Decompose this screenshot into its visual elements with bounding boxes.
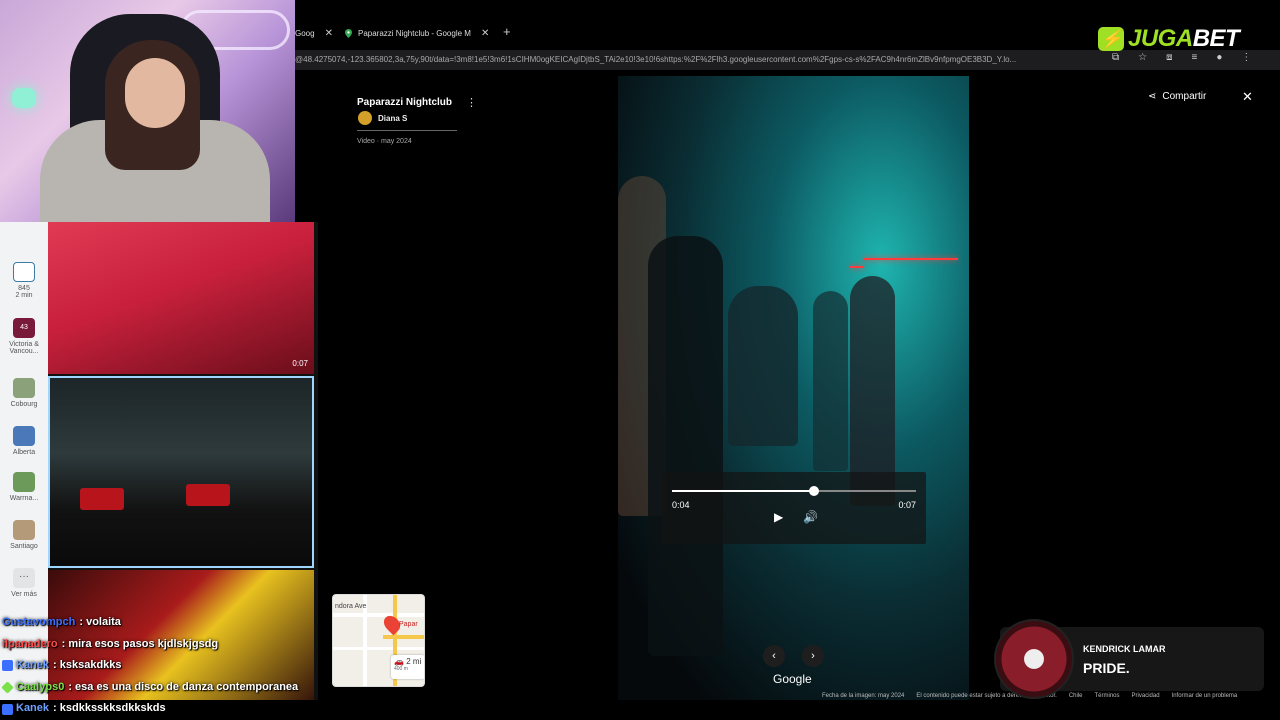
video-progress-bar[interactable]: [672, 486, 916, 496]
tab-google[interactable]: Goog ✕: [295, 22, 333, 44]
chat-text: : esa es una disco de danza contemporane…: [68, 680, 299, 693]
bus-icon: [13, 262, 35, 282]
media-meta: Video · may 2024: [357, 138, 412, 145]
author[interactable]: Diana S: [358, 111, 407, 125]
song-title: PRIDE.: [1083, 660, 1130, 676]
chat-text: : ksdkksskksdkkskds: [53, 702, 166, 715]
jugabet-logo: ⚡ JUGA BET: [1098, 25, 1240, 52]
photo-thumbnail: [13, 472, 35, 492]
next-photo-button[interactable]: ›: [802, 645, 824, 667]
tab-paparazzi[interactable]: Paparazzi Nightclub - Google M ✕: [345, 22, 489, 44]
diamond-badge-icon: [1, 681, 14, 694]
install-icon[interactable]: ⧉: [1112, 52, 1119, 63]
chat-message: Gustavompch : volaita: [2, 612, 322, 634]
rail-item-cobourg[interactable]: Cobourg: [0, 378, 48, 408]
video-scrub-handle[interactable]: [808, 486, 819, 496]
menu-icon[interactable]: ⋮: [1241, 52, 1251, 63]
share-button[interactable]: ⋖ Compartir: [1148, 91, 1206, 102]
rail-item-warrnambool[interactable]: Warrna...: [0, 472, 48, 502]
chat-text: : mira esos pasos kjdlskjgsdg: [61, 637, 219, 650]
previous-photo-button[interactable]: ‹: [763, 645, 785, 667]
photo-thumbnail[interactable]: [48, 376, 314, 568]
subscriber-badge-icon: [2, 660, 13, 672]
chat-text: : ksksakdkks: [53, 659, 122, 672]
avatar: [358, 111, 372, 125]
car-icon: 🚗: [394, 657, 404, 666]
artist-name: KENDRICK LAMAR: [1083, 644, 1166, 654]
browser-toolbar: ⧉ ☆ ⧈ ≡ ● ⋮: [1112, 52, 1251, 63]
media-icon[interactable]: ≡: [1191, 52, 1197, 63]
bolt-icon: ⚡: [1098, 27, 1124, 51]
play-icon[interactable]: ▶: [774, 510, 783, 524]
rail-item-victoria[interactable]: 43 Victoria & Vancou...: [0, 318, 48, 355]
total-time: 0:07: [898, 500, 916, 510]
profile-icon[interactable]: ●: [1216, 52, 1222, 63]
more-options-icon[interactable]: ⋮: [466, 96, 477, 109]
photo-thumbnail: [13, 378, 35, 398]
video-duration: 0:07: [292, 359, 308, 368]
minimap[interactable]: ndora Ave Papar 🚗 2 mi 400 m: [332, 594, 425, 687]
album-art: [994, 619, 1074, 699]
video-frame[interactable]: [618, 76, 969, 700]
google-wordmark: Google: [773, 672, 812, 686]
chat-message: Kanek : ksksakdkks: [2, 655, 322, 677]
stream-chat: Gustavompch : volaita ilpanadero : mira …: [1, 612, 322, 720]
tab-label: Paparazzi Nightclub - Google M: [358, 28, 471, 38]
chat-username: Caalyps0: [16, 680, 65, 693]
photo-thumbnail[interactable]: 0:07: [48, 222, 314, 374]
subscriber-badge-icon: [2, 703, 13, 715]
close-viewer-icon[interactable]: ✕: [1242, 89, 1253, 105]
maps-pin-icon: [345, 28, 352, 38]
photo-thumbnail: [13, 520, 35, 540]
photo-thumbnail: 43: [13, 318, 35, 338]
more-icon: ···: [13, 568, 35, 588]
chat-message: Caalyps0 : esa es una disco de danza con…: [1, 677, 322, 699]
close-tab-icon[interactable]: ✕: [325, 28, 333, 39]
volume-icon[interactable]: 🔊: [803, 510, 818, 524]
close-tab-icon[interactable]: ✕: [481, 28, 489, 39]
bookmark-star-icon[interactable]: ☆: [1138, 52, 1147, 63]
tab-label: Goog: [295, 28, 315, 38]
place-title[interactable]: Paparazzi Nightclub: [357, 97, 452, 108]
rail-item-santiago[interactable]: Santiago: [0, 520, 48, 550]
video-controls: 0:04 0:07 ▶ 🔊: [662, 472, 926, 544]
place-label: Papar: [399, 621, 418, 628]
now-playing-widget: KENDRICK LAMAR PRIDE.: [994, 619, 1264, 699]
rail-item-alberta[interactable]: Alberta: [0, 426, 48, 456]
share-icon: ⋖: [1148, 91, 1157, 102]
current-time: 0:04: [672, 500, 690, 510]
divider: [357, 130, 457, 131]
chat-username: Gustavompch: [2, 616, 76, 628]
video-progress-fill: [672, 490, 814, 492]
photo-thumbnail: [13, 426, 35, 446]
chat-username: ilpanadero: [2, 637, 58, 650]
chat-username: Kanek: [16, 659, 50, 672]
streamer-webcam: [0, 0, 295, 222]
url-text[interactable]: @48.4275074,-123.365802,3a,75y,90t/data=…: [295, 55, 1105, 64]
chat-text: : volaita: [79, 616, 121, 628]
new-tab-button[interactable]: +: [503, 24, 511, 39]
rail-item-route[interactable]: 845 2 min: [0, 262, 48, 299]
drive-time-badge: 🚗 2 mi 400 m: [391, 655, 424, 679]
street-label: ndora Ave: [335, 603, 367, 610]
extensions-icon[interactable]: ⧈: [1166, 52, 1172, 63]
chat-message: ilpanadero : mira esos pasos kjdlskjgsdg: [2, 634, 322, 656]
rail-item-more[interactable]: ··· Ver más: [0, 568, 48, 598]
chat-username: Kanek: [16, 702, 50, 715]
chat-message: Kanek : ksdkksskksdkkskds: [2, 698, 322, 720]
